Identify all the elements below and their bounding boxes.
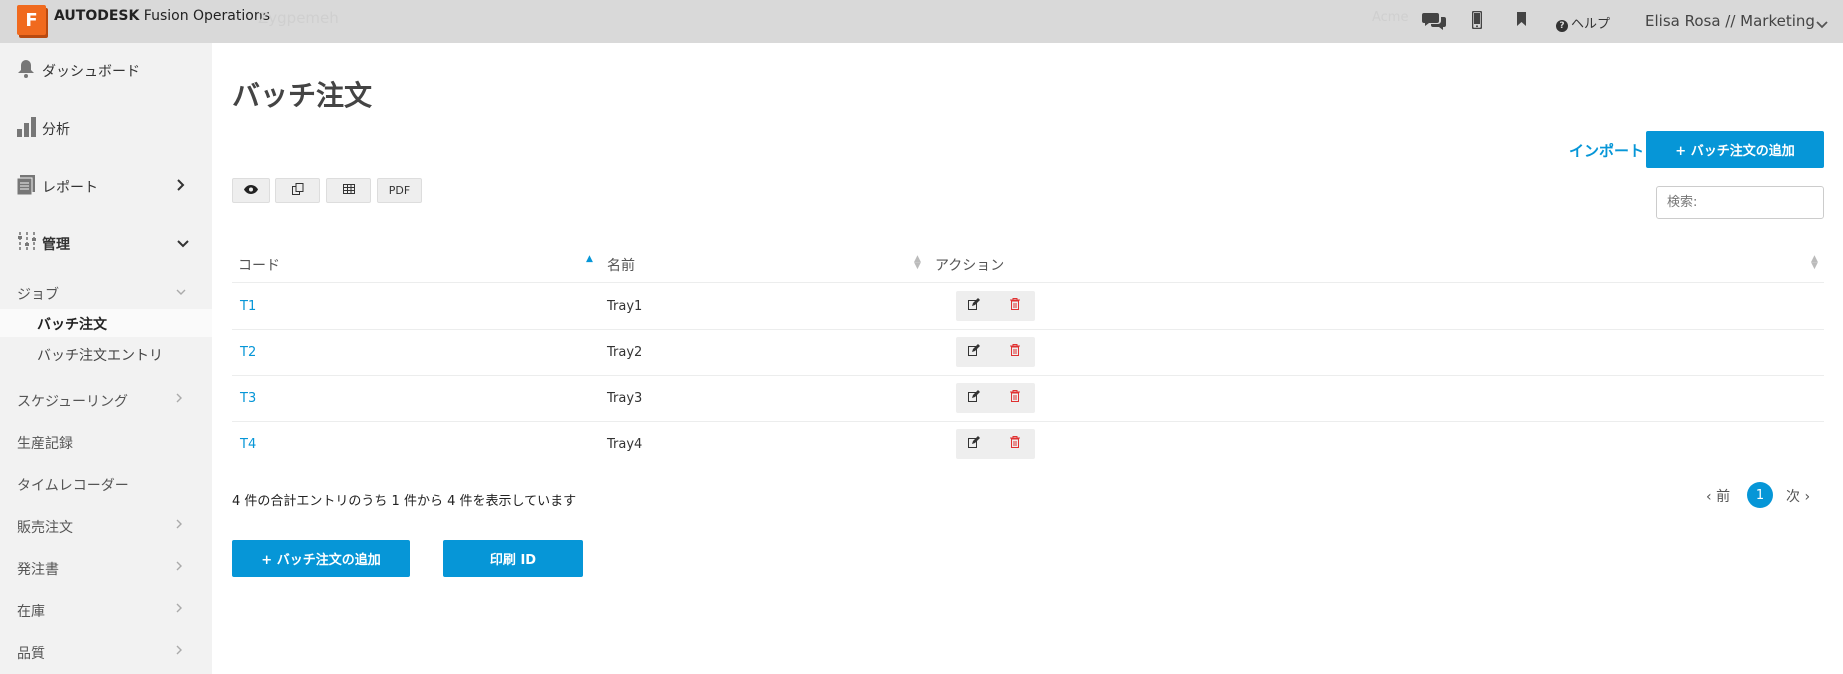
bottom-add-batch-order-button[interactable]: + バッチ注文の追加 <box>232 540 410 577</box>
code-link[interactable]: T1 <box>240 299 256 314</box>
chevron-down-icon[interactable] <box>1816 14 1828 33</box>
column-header-name[interactable]: 名前 <box>607 255 635 275</box>
chevron-right-icon <box>177 179 185 195</box>
pagination-next[interactable]: 次 › <box>1786 486 1810 506</box>
sidebar-item-time-recorder[interactable]: タイムレコーダー <box>0 475 212 495</box>
user-menu[interactable]: Elisa Rosa // Marketing <box>1645 12 1815 30</box>
search-input[interactable] <box>1656 186 1824 219</box>
name-cell: Tray4 <box>607 437 643 452</box>
sidebar-item-reports[interactable]: レポート <box>0 175 212 199</box>
edit-icon[interactable] <box>968 344 980 359</box>
sidebar-item-jobs[interactable]: ジョブ <box>0 284 212 304</box>
edit-icon[interactable] <box>968 298 980 313</box>
bookmark-icon[interactable] <box>1516 11 1527 32</box>
column-header-actions[interactable]: アクション <box>935 255 1004 275</box>
sort-icon[interactable]: ▲ ▼ <box>914 255 921 271</box>
copy-icon <box>291 183 304 198</box>
code-link[interactable]: T4 <box>240 437 256 452</box>
name-cell: Tray1 <box>607 299 643 314</box>
sidebar-item-scheduling[interactable]: スケジューリング <box>0 391 212 411</box>
page-title: バッチ注文 <box>232 79 373 112</box>
print-id-button[interactable]: 印刷 ID <box>443 540 583 577</box>
code-link[interactable]: T3 <box>240 391 256 406</box>
sidebar-item-admin[interactable]: 管理 <box>0 232 212 256</box>
copy-button[interactable] <box>275 178 320 203</box>
table-divider <box>232 329 1824 330</box>
sidebar-item-sales-orders[interactable]: 販売注文 <box>0 517 212 537</box>
chevron-right-icon <box>176 391 182 407</box>
sidebar: ダッシュボード 分析 レポート 管理 ジョブ バッチ注文 バッチ注文エントリ ス… <box>0 43 212 674</box>
chevron-down-icon <box>176 284 186 300</box>
export-pdf-button[interactable]: PDF <box>377 178 422 203</box>
sidebar-item-production-records[interactable]: 生産記録 <box>0 433 212 453</box>
trash-icon[interactable] <box>1010 344 1020 359</box>
trash-icon[interactable] <box>1010 436 1020 451</box>
code-link[interactable]: T2 <box>240 345 256 360</box>
row-actions <box>956 429 1035 459</box>
table-icon <box>342 184 355 197</box>
top-ghost-label: Acme <box>1372 10 1409 25</box>
mobile-icon[interactable] <box>1471 10 1483 34</box>
help-menu[interactable]: ? ヘルプ <box>1556 13 1610 32</box>
name-cell: Tray3 <box>607 391 643 406</box>
top-bar: F AUTODESK Fusion Operations Zygpemeh Ac… <box>0 0 1843 43</box>
edit-icon[interactable] <box>968 436 980 451</box>
pagination-page[interactable]: 1 <box>1747 482 1773 508</box>
document-icon <box>16 175 35 199</box>
column-header-code[interactable]: コード <box>238 255 280 275</box>
sidebar-item-inventory[interactable]: 在庫 <box>0 601 212 621</box>
chevron-right-icon <box>176 517 182 533</box>
add-batch-order-button[interactable]: + バッチ注文の追加 <box>1646 131 1824 168</box>
chevron-right-icon <box>176 643 182 659</box>
bell-icon <box>17 59 35 83</box>
bar-chart-icon <box>17 117 37 141</box>
app-ghost-title: Zygpemeh <box>258 9 339 27</box>
sort-asc-icon[interactable]: ▲ <box>586 255 593 264</box>
trash-icon[interactable] <box>1010 390 1020 405</box>
export-excel-button[interactable] <box>326 178 371 203</box>
chat-icon[interactable] <box>1422 11 1446 36</box>
sidebar-item-batch-order-entries[interactable]: バッチ注文エントリ <box>0 345 212 367</box>
sliders-icon <box>17 232 37 256</box>
row-actions <box>956 383 1035 413</box>
row-actions <box>956 337 1035 367</box>
import-link[interactable]: インポート <box>1569 140 1644 161</box>
eye-icon <box>244 184 258 197</box>
table-info: 4 件の合計エントリのうち 1 件から 4 件を表示しています <box>232 494 577 509</box>
table-divider <box>232 375 1824 376</box>
sidebar-item-batch-orders[interactable]: バッチ注文 <box>0 309 212 337</box>
name-cell: Tray2 <box>607 345 643 360</box>
pagination-prev[interactable]: ‹ 前 <box>1706 486 1730 506</box>
sidebar-item-analytics[interactable]: 分析 <box>0 117 212 141</box>
help-icon: ? <box>1556 20 1568 32</box>
trash-icon[interactable] <box>1010 298 1020 313</box>
sort-icon[interactable]: ▲ ▼ <box>1811 255 1818 271</box>
toggle-columns-button[interactable] <box>232 178 270 203</box>
table-divider <box>232 421 1824 422</box>
sidebar-item-purchase-orders[interactable]: 発注書 <box>0 559 212 579</box>
brand-name: AUTODESK Fusion Operations <box>54 8 270 24</box>
row-actions <box>956 291 1035 321</box>
sidebar-item-quality[interactable]: 品質 <box>0 643 212 663</box>
chevron-down-icon <box>177 236 189 252</box>
table-divider <box>232 282 1824 283</box>
chevron-right-icon <box>176 559 182 575</box>
chevron-right-icon <box>176 601 182 617</box>
edit-icon[interactable] <box>968 390 980 405</box>
sidebar-item-dashboard[interactable]: ダッシュボード <box>0 59 212 83</box>
app-logo[interactable]: F <box>17 5 46 35</box>
